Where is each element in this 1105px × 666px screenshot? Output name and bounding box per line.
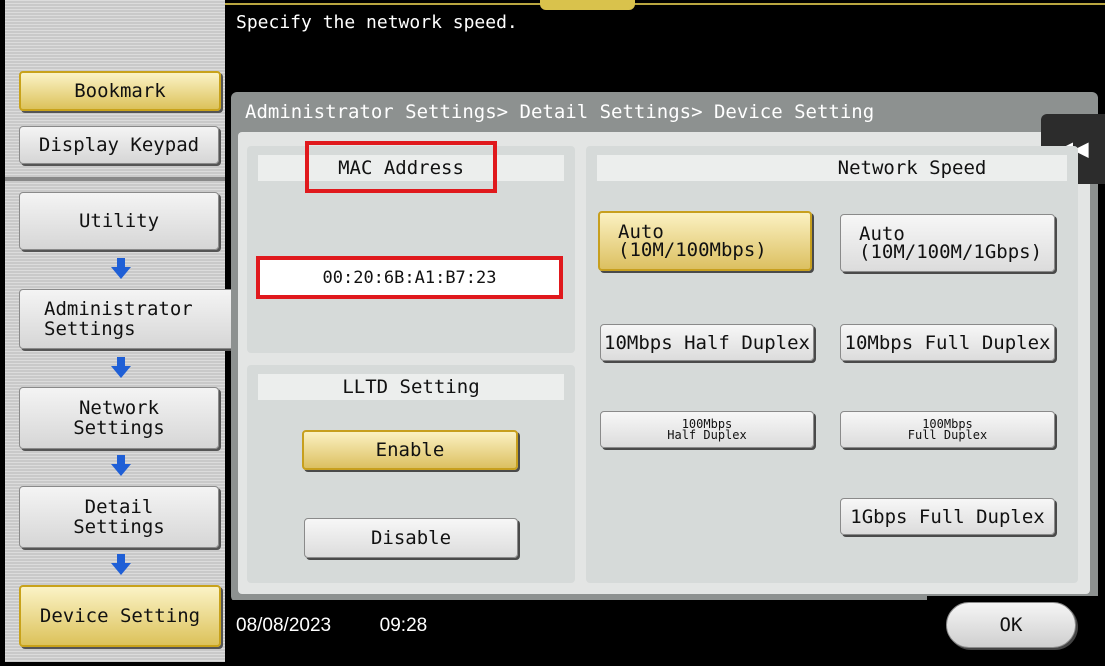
speed-100-full-bottom: Full Duplex xyxy=(907,427,988,442)
ok-button[interactable]: OK xyxy=(946,602,1076,648)
speed-10-half-button[interactable]: 10Mbps Half Duplex xyxy=(600,324,814,361)
sidebar-separator xyxy=(5,177,225,181)
utility-button[interactable]: Utility xyxy=(19,192,219,250)
top-divider-line xyxy=(225,3,1105,5)
network-settings-button[interactable]: Network Settings xyxy=(19,387,219,449)
arrow-down-icon xyxy=(109,258,133,280)
arrow-down-icon xyxy=(109,455,133,477)
network-speed-header: Network Speed xyxy=(597,155,1067,181)
mac-address-label: MAC Address xyxy=(338,157,464,179)
speed-1g-full-button[interactable]: 1Gbps Full Duplex xyxy=(840,498,1055,535)
arrow-down-icon xyxy=(109,554,133,576)
date-time: 08/08/2023 09:28 xyxy=(236,615,427,637)
speed-100-full-button[interactable]: 100Mbps Full Duplex xyxy=(840,411,1055,448)
arrow-down-icon xyxy=(109,357,133,379)
lltd-disable-button[interactable]: Disable xyxy=(304,518,518,558)
administrator-settings-button[interactable]: Administrator Settings xyxy=(19,289,243,349)
display-keypad-button[interactable]: Display Keypad xyxy=(19,126,219,164)
speed-auto-100-button[interactable]: Auto (10M/100Mbps) xyxy=(598,211,812,271)
lltd-enable-button[interactable]: Enable xyxy=(302,430,518,470)
top-handle xyxy=(540,0,635,10)
time-text: 09:28 xyxy=(379,615,428,636)
speed-100-half-button[interactable]: 100Mbps Half Duplex xyxy=(600,411,814,448)
instruction-text: Specify the network speed. xyxy=(236,12,518,33)
sidebar: Bookmark Display Keypad Utility Administ… xyxy=(5,0,243,662)
date-text: 08/08/2023 xyxy=(236,615,332,636)
breadcrumb: Administrator Settings> Detail Settings>… xyxy=(245,101,875,123)
detail-settings-button[interactable]: Detail Settings xyxy=(19,486,219,548)
speed-auto-1g-button[interactable]: Auto (10M/100M/1Gbps) xyxy=(840,214,1055,272)
network-speed-label: Network Speed xyxy=(837,157,987,179)
mac-address-value: 00:20:6B:A1:B7:23 xyxy=(256,256,563,299)
speed-10-full-button[interactable]: 10Mbps Full Duplex xyxy=(840,324,1055,361)
device-setting-button[interactable]: Device Setting xyxy=(19,585,221,647)
speed-100-half-bottom: Half Duplex xyxy=(667,427,747,442)
lltd-header: LLTD Setting xyxy=(258,374,564,400)
bookmark-button[interactable]: Bookmark xyxy=(19,71,221,111)
